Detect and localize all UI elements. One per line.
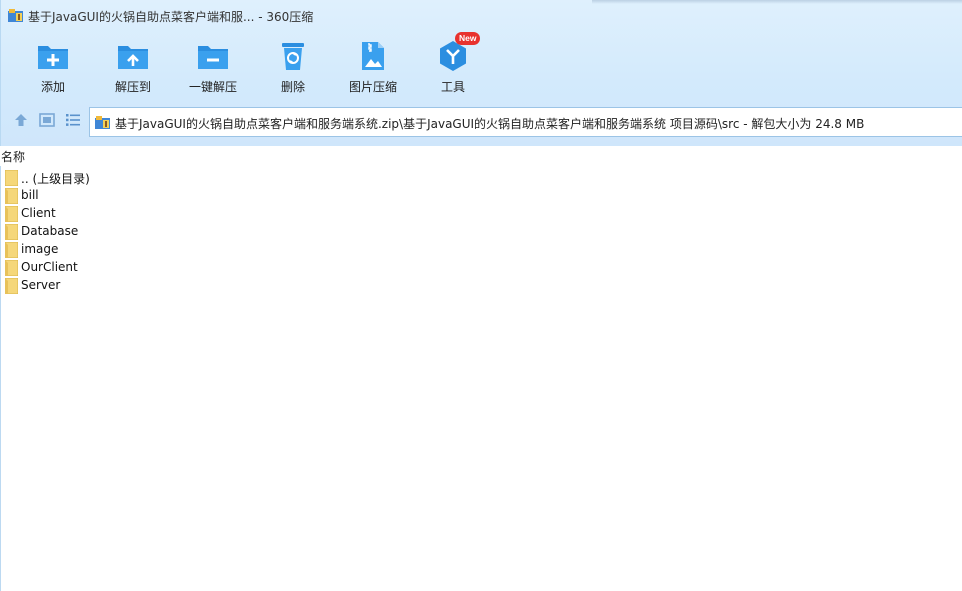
list-view-icon[interactable]: [64, 111, 82, 129]
image-compress-label: 图片压缩: [348, 80, 397, 94]
list-item[interactable]: OurClient: [4, 259, 404, 277]
folder-icon: [4, 187, 19, 205]
toolbar: 添加 解压到 一键解压 删除 图片压缩 New 工具: [1, 32, 962, 100]
one-click-extract-label: 一键解压: [188, 80, 237, 94]
file-name: image: [21, 242, 59, 256]
one-click-extract-button[interactable]: 一键解压: [173, 38, 253, 98]
folder-icon: [4, 277, 19, 295]
thumbnail-view-icon[interactable]: [38, 111, 56, 129]
arrow-up-icon[interactable]: [12, 111, 30, 129]
extract-to-icon: [117, 40, 149, 72]
file-name: OurClient: [21, 260, 78, 274]
add-button[interactable]: 添加: [13, 38, 93, 98]
folder-icon: [4, 259, 19, 277]
tools-label: 工具: [440, 80, 465, 94]
list-item[interactable]: Server: [4, 277, 404, 295]
one-click-extract-icon: [197, 40, 229, 72]
list-item[interactable]: bill: [4, 187, 404, 205]
column-header-name[interactable]: 名称: [1, 148, 25, 165]
column-header-row: 名称: [0, 146, 962, 166]
left-border: [0, 148, 1, 591]
file-name: Server: [21, 278, 61, 292]
address-path: 基于JavaGUI的火锅自助点菜客户端和服务端系统.zip\基于JavaGUI的…: [115, 117, 865, 131]
tools-button[interactable]: New 工具: [413, 32, 493, 98]
recycle-bin-icon: [277, 40, 309, 72]
file-list: .. (上级目录) bill Client Database image Our…: [4, 169, 404, 295]
add-archive-icon: [37, 40, 69, 72]
list-item[interactable]: image: [4, 241, 404, 259]
new-badge: New: [455, 32, 481, 45]
list-item-parent-dir[interactable]: .. (上级目录): [4, 169, 404, 187]
file-name: .. (上级目录): [21, 172, 90, 186]
folder-icon: [4, 223, 19, 241]
folder-icon: [4, 169, 19, 187]
image-compress-icon: [357, 40, 389, 72]
app-logo-icon: [8, 9, 24, 23]
address-bar[interactable]: 基于JavaGUI的火锅自助点菜客户端和服务端系统.zip\基于JavaGUI的…: [89, 107, 962, 137]
top-panel: 基于JavaGUI的火锅自助点菜客户端和服... - 360压缩 添加 解压到 …: [0, 0, 962, 148]
extract-to-button[interactable]: 解压到: [93, 38, 173, 98]
delete-button[interactable]: 删除: [253, 38, 333, 98]
navigation-row: 基于JavaGUI的火锅自助点菜客户端和服务端系统.zip\基于JavaGUI的…: [1, 104, 962, 140]
file-name: Client: [21, 206, 56, 220]
folder-icon: [4, 241, 19, 259]
list-item[interactable]: Database: [4, 223, 404, 241]
archive-icon: [95, 115, 111, 130]
extract-to-label: 解压到: [114, 80, 151, 94]
file-name: bill: [21, 188, 39, 202]
folder-icon: [4, 205, 19, 223]
title-bar: 基于JavaGUI的火锅自助点菜客户端和服... - 360压缩: [1, 0, 962, 32]
title-bar-shadow: [592, 0, 962, 4]
file-name: Database: [21, 224, 79, 238]
add-label: 添加: [40, 80, 65, 94]
window-title: 基于JavaGUI的火锅自助点菜客户端和服... - 360压缩: [28, 10, 314, 24]
list-item[interactable]: Client: [4, 205, 404, 223]
image-compress-button[interactable]: 图片压缩: [333, 38, 413, 98]
delete-label: 删除: [280, 80, 305, 94]
